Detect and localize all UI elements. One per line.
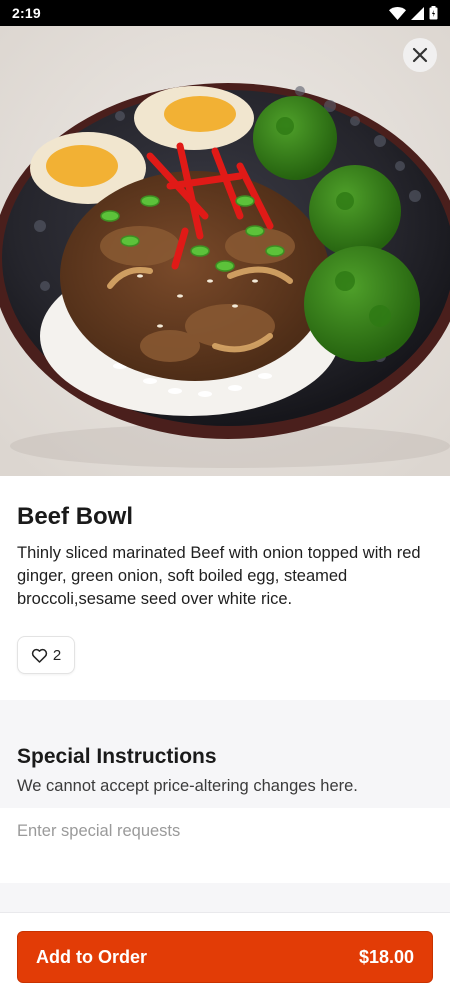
- close-icon: [412, 47, 428, 63]
- status-bar: 2:19: [0, 0, 450, 26]
- signal-icon: [411, 6, 424, 20]
- order-price: $18.00: [358, 946, 414, 967]
- add-to-order-label: Add to Order: [36, 946, 147, 967]
- item-description: Thinly sliced marinated Beef with onion …: [17, 544, 421, 608]
- special-instructions-title: Special Instructions: [17, 745, 217, 768]
- section-divider: [0, 883, 450, 913]
- add-to-order-button[interactable]: Add to Order $18.00: [17, 931, 433, 983]
- special-instructions-subtitle: We cannot accept price-altering changes …: [17, 777, 358, 795]
- close-button[interactable]: [403, 38, 437, 72]
- wifi-icon: [389, 6, 406, 20]
- item-photo: [0, 26, 450, 476]
- heart-icon: [31, 648, 47, 663]
- status-icons: [389, 6, 438, 20]
- battery-icon: [429, 6, 438, 20]
- status-time: 2:19: [12, 5, 41, 21]
- item-title: Beef Bowl: [17, 503, 134, 530]
- special-instructions-section: Special Instructions We cannot accept pr…: [0, 700, 450, 808]
- item-details: Beef Bowl Thinly sliced marinated Beef w…: [0, 476, 450, 700]
- bottom-bar: Add to Order $18.00: [0, 914, 450, 1000]
- special-requests-input[interactable]: [0, 808, 450, 883]
- beef-bowl-image: [0, 26, 450, 476]
- like-button[interactable]: 2: [17, 636, 75, 674]
- like-count: 2: [52, 646, 62, 664]
